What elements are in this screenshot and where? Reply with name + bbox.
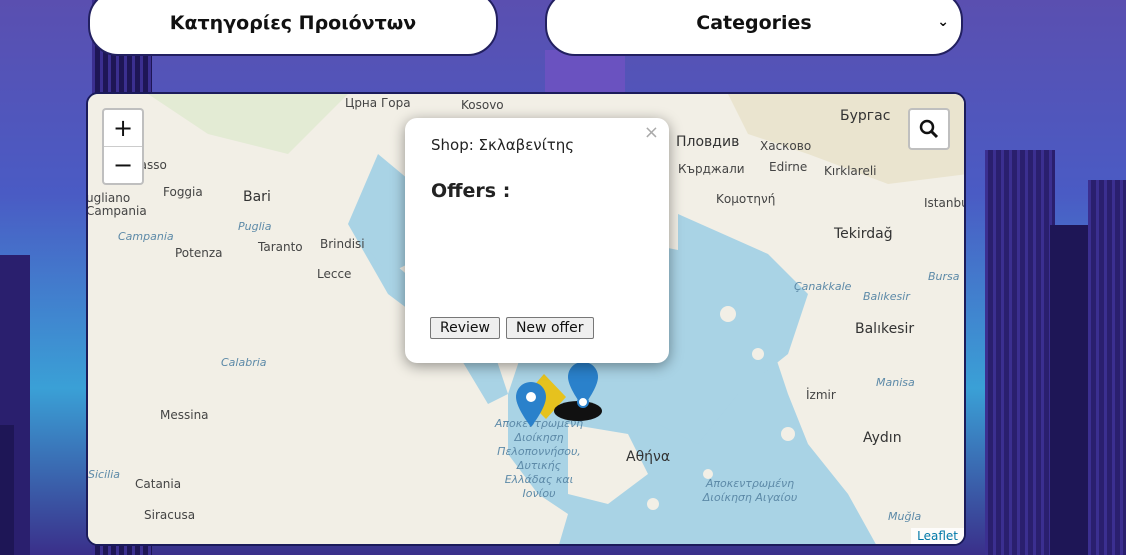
map-label-balikesir-city: Balıkesir [855, 321, 915, 337]
map-label-izmir: İzmir [806, 388, 836, 402]
map-label-campania-2: Campania [86, 204, 147, 218]
map-label-bari: Bari [243, 189, 271, 205]
map-attribution[interactable]: Leaflet [911, 528, 964, 544]
categories-select-value: Categories [696, 12, 812, 34]
map-label-mugla: Muğla [888, 510, 922, 523]
map-label-edirne: Edirne [769, 160, 808, 174]
map-label-ugliano: ugliano [86, 191, 131, 205]
popup-close-button[interactable]: × [644, 122, 659, 143]
map-label-canakkale: Çanakkale [794, 280, 852, 293]
map-label-lecce: Lecce [317, 267, 352, 281]
map-label-burgas: Бургас [840, 108, 891, 124]
map-label-kardzhali: Кърджали [678, 162, 745, 176]
map-label-brindisi: Brindisi [320, 237, 365, 251]
new-offer-button[interactable]: New offer [505, 317, 594, 339]
map-label-campania: Campania [118, 230, 174, 243]
map-label-aydin: Aydın [863, 430, 902, 446]
product-categories-label: Κατηγορίες Προιόντων [88, 0, 498, 56]
map-label-istanbul: Istanbul [924, 196, 964, 210]
product-categories-text: Κατηγορίες Προιόντων [169, 12, 417, 34]
map-label-bursa: Bursa [928, 270, 960, 283]
categories-select[interactable]: Categories ⌄ [545, 0, 963, 56]
shop-marker-2[interactable] [568, 362, 602, 410]
map-label-puglia: Puglia [238, 220, 272, 233]
map-label-messina: Messina [160, 408, 209, 422]
zoom-in-button[interactable]: + [104, 110, 142, 146]
chevron-down-icon: ⌄ [937, 14, 949, 30]
map-label-plovdiv: Пловдив [676, 134, 740, 150]
map-label-kosovo: Kosovo [461, 98, 504, 112]
map-search-button[interactable] [908, 108, 950, 150]
search-icon [919, 119, 939, 139]
popup-shop-name: Shop: Σκλαβενίτης [431, 136, 575, 154]
shop-popup: × Shop: Σκλαβενίτης Offers : Review New … [405, 118, 669, 363]
map-label-komotini: Κομοτηνή [716, 192, 776, 206]
map-label-taranto: Taranto [258, 240, 303, 254]
map-label-athina: Αθήνα [626, 449, 671, 465]
zoom-out-button[interactable]: − [104, 146, 142, 183]
map-label-sicilia: Sicilia [88, 468, 120, 481]
map-label-foggia: Foggia [163, 185, 203, 199]
map-label-tekirdag: Tekirdağ [834, 226, 893, 242]
review-button[interactable]: Review [430, 317, 500, 339]
map-label-catania: Catania [135, 477, 182, 491]
map-label-siracusa: Siracusa [144, 508, 196, 522]
popup-actions: Review New offer [430, 317, 594, 339]
map-label-haskovo: Хасково [760, 139, 812, 153]
shop-marker-1[interactable] [516, 382, 556, 432]
leaflet-link[interactable]: Leaflet [917, 529, 958, 543]
zoom-control: + − [102, 108, 144, 185]
map-label-potenza: Potenza [175, 246, 223, 260]
map-label-balikesir-region: Balıkesir [863, 290, 910, 303]
popup-offers-label: Offers : [431, 180, 511, 202]
map-label-crna-gora: Црна Гора [345, 96, 411, 110]
map-label-calabria: Calabria [221, 356, 267, 369]
map-label-kirklareli: Kırklareli [824, 164, 877, 178]
map-label-manisa: Manisa [876, 376, 915, 389]
map-label-aigaiou: Αποκεντρωμένη Διοίκηση Αιγαίου [702, 477, 798, 504]
